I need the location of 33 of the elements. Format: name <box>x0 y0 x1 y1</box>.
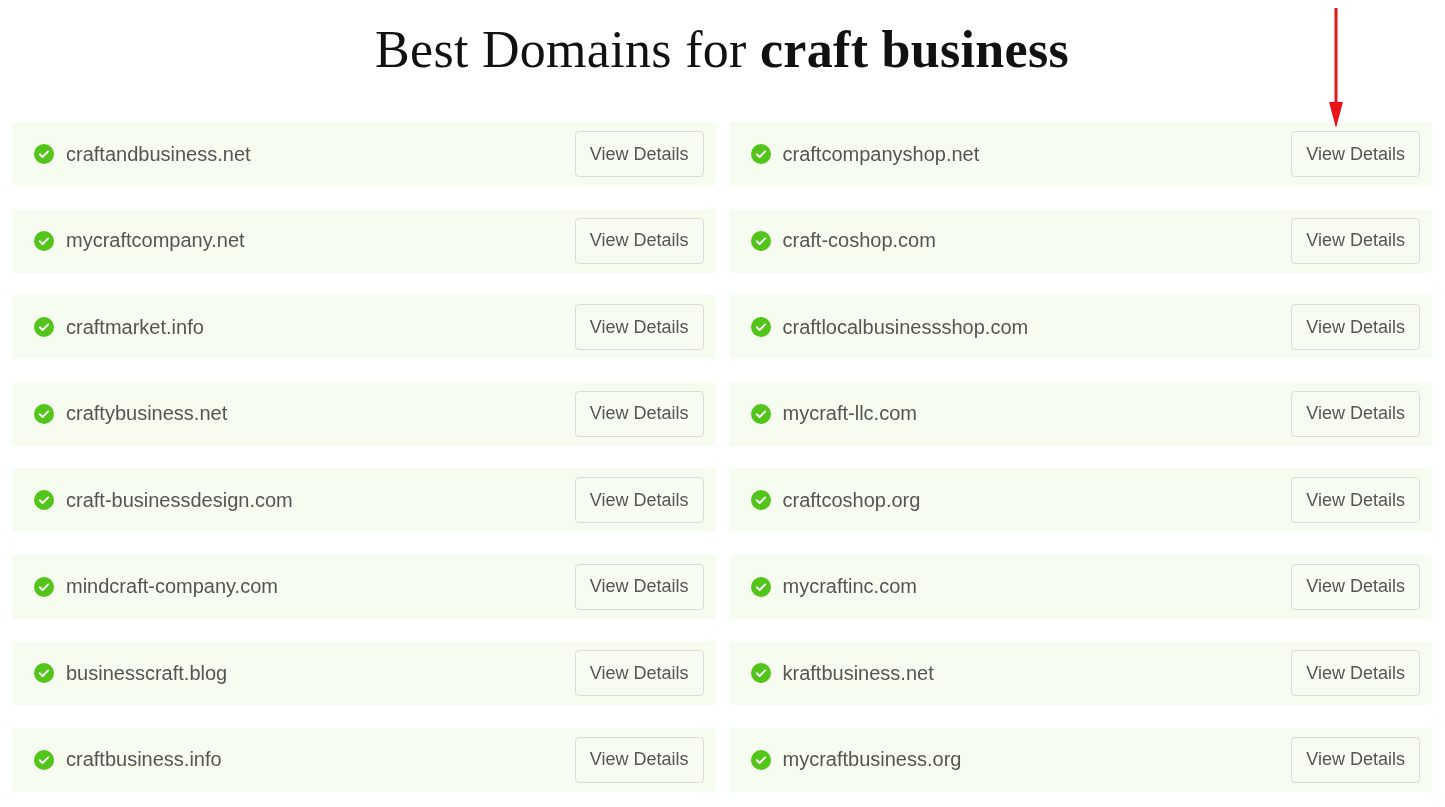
domain-name: mycraftinc.com <box>782 575 917 598</box>
view-details-button[interactable]: View Details <box>1291 477 1420 523</box>
view-details-button[interactable]: View Details <box>574 650 704 696</box>
domain-name: craftandbusiness.net <box>66 142 251 166</box>
domain-name: businesscraft.blog <box>66 661 228 685</box>
view-details-button[interactable]: View Details <box>574 217 704 264</box>
domain-name: mindcraft-company.com <box>66 575 278 598</box>
domain-name: craftybusiness.net <box>66 402 228 425</box>
domain-name: kraftbusiness.net <box>782 661 934 685</box>
view-details-button[interactable]: View Details <box>574 304 704 350</box>
domain-name: mycraft-llc.com <box>782 402 917 425</box>
page-title: Best Domains for craft business <box>375 20 1069 80</box>
view-details-button[interactable]: View Details <box>574 131 704 177</box>
domain-name: mycraftbusiness.org <box>782 748 962 771</box>
view-details-button[interactable]: View Details <box>1291 650 1420 696</box>
view-details-button[interactable]: View Details <box>1291 736 1420 783</box>
domain-name: craftcoshop.org <box>782 488 921 512</box>
domain-name: craftcompanyshop.net <box>782 142 980 166</box>
view-details-button[interactable]: View Details <box>1291 304 1420 350</box>
view-details-button[interactable]: View Details <box>1291 390 1420 437</box>
domain-name: craftbusiness.info <box>66 748 222 771</box>
domain-name: mycraftcompany.net <box>66 229 245 252</box>
domain-name: craft-businessdesign.com <box>66 488 293 512</box>
domain-name: craftlocalbusinessshop.com <box>782 315 1029 339</box>
view-details-button[interactable]: View Details <box>574 736 704 783</box>
domain-name: craft-coshop.com <box>782 229 936 252</box>
view-details-button[interactable]: View Details <box>574 563 704 610</box>
view-details-button[interactable]: View Details <box>574 477 704 523</box>
view-details-button[interactable]: View Details <box>1291 563 1420 610</box>
view-details-button[interactable]: View Details <box>1291 131 1420 177</box>
view-details-button[interactable]: View Details <box>1291 217 1420 264</box>
view-details-button[interactable]: View Details <box>574 390 704 437</box>
domain-name: craftmarket.info <box>66 315 204 339</box>
